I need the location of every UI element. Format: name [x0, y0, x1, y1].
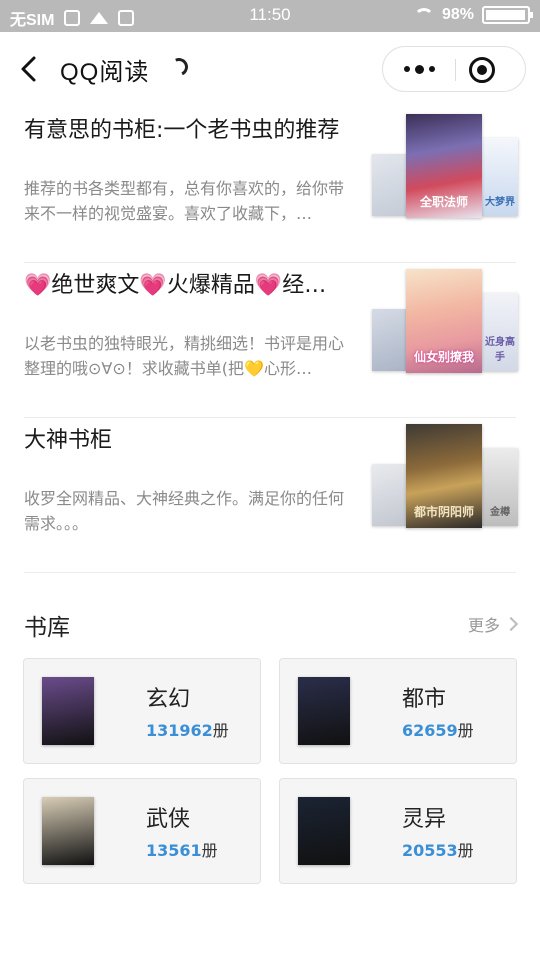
- category-cover: [298, 797, 350, 865]
- back-button[interactable]: [14, 54, 44, 84]
- loading-spinner-icon: [167, 55, 191, 79]
- category-cover: [42, 677, 94, 745]
- library-more-link[interactable]: 更多: [467, 612, 519, 636]
- category-card-wuxia[interactable]: 武侠 13561册: [23, 778, 261, 884]
- battery-percent: 98%: [441, 6, 474, 23]
- gold-heart-icon: 💛: [244, 359, 264, 378]
- category-name: 玄幻: [146, 687, 191, 712]
- count-unit: 册: [457, 841, 474, 860]
- booklist-item[interactable]: 大神书柜 收罗全网精品、大神经典之作。满足你的任何需求。。。 都市阴阳师 金樽: [24, 418, 518, 573]
- more-button[interactable]: [383, 47, 455, 91]
- heart-icon: 💗: [139, 273, 167, 298]
- book-cover-main: 都市阴阳师: [406, 424, 482, 528]
- category-card-dushi[interactable]: 都市 62659册: [279, 658, 517, 764]
- booklist-title: 有意思的书柜:一个老书虫的推荐: [24, 118, 340, 143]
- category-name: 武侠: [146, 807, 191, 832]
- category-name: 灵异: [402, 807, 447, 832]
- more-dot-right: [428, 66, 435, 72]
- category-count: 13561册: [146, 837, 218, 861]
- category-card-xuanhuan[interactable]: 玄幻 131962册: [23, 658, 261, 764]
- category-name: 都市: [402, 687, 447, 712]
- count-unit: 册: [457, 721, 474, 740]
- more-dot-center: [414, 64, 424, 74]
- page-title: QQ阅读: [60, 59, 150, 86]
- title-segment: 火爆精品: [166, 273, 255, 298]
- cover-title: 大梦界: [485, 197, 515, 208]
- cover-stack: 都市阴阳师 金樽: [372, 418, 518, 538]
- booklist-desc: 以老书虫的独特眼光，精挑细选！书评是用心整理的哦⊙∀⊙！求收藏书单(把💛心形…: [24, 331, 344, 381]
- count-number: 62659: [402, 721, 458, 740]
- close-button[interactable]: [469, 57, 495, 83]
- capsule-divider: [455, 59, 456, 81]
- status-right: 98%: [413, 6, 533, 24]
- booklist-desc: 收罗全网精品、大神经典之作。满足你的任何需求。。。: [24, 489, 344, 533]
- cover-title: 近身高手: [485, 337, 515, 363]
- cover-title: 全职法师: [419, 195, 468, 209]
- more-dots-icon: [403, 66, 410, 72]
- count-unit: 册: [201, 841, 218, 860]
- count-number: 131962: [146, 721, 213, 740]
- wifi-icon: [413, 8, 434, 22]
- booklist-item[interactable]: 💗绝世爽文💗火爆精品💗经… 以老书虫的独特眼光，精挑细选！书评是用心整理的哦⊙∀…: [24, 263, 518, 418]
- book-cover-right: 近身高手: [482, 293, 518, 371]
- booklist-list: 有意思的书柜:一个老书虫的推荐 推荐的书各类型都有，总有你喜欢的，给你带来不一样…: [0, 108, 540, 573]
- heart-icon: 💗: [24, 273, 52, 298]
- count-number: 20553: [402, 841, 458, 860]
- booklist-title: 💗绝世爽文💗火爆精品💗经…: [24, 267, 354, 299]
- booklist-desc: 推荐的书各类型都有，总有你喜欢的，给你带来不一样的视觉盛宴。喜欢了收藏下，…: [24, 179, 344, 223]
- book-cover-main: 全职法师: [406, 114, 482, 218]
- booklist-title: 大神书柜: [24, 428, 113, 453]
- status-bar: 无SIM 11:50 98%: [0, 0, 540, 32]
- title-segment: 绝世爽文: [51, 273, 140, 298]
- library-title: 书库: [24, 615, 70, 641]
- nav-bar: QQ阅读: [0, 32, 540, 108]
- book-cover-right: 大梦界: [482, 138, 518, 216]
- more-label: 更多: [467, 616, 500, 635]
- heart-icon: 💗: [254, 273, 283, 298]
- count-number: 13561: [146, 841, 202, 860]
- cover-title: 金樽: [490, 507, 510, 518]
- count-unit: 册: [212, 721, 229, 740]
- category-count: 20553册: [402, 837, 474, 861]
- battery-fill: [486, 10, 526, 20]
- title-segment: 经…: [282, 273, 327, 298]
- category-cover: [298, 677, 350, 745]
- category-card-lingyi[interactable]: 灵异 20553册: [279, 778, 517, 884]
- chevron-left-icon: [21, 56, 36, 82]
- book-cover-right: 金樽: [482, 448, 518, 526]
- cover-stack: 全职法师 大梦界: [372, 108, 518, 228]
- category-cover: [42, 797, 94, 865]
- category-count: 131962册: [146, 717, 229, 741]
- cover-title: 都市阴阳师: [413, 505, 474, 519]
- chevron-right-icon: [503, 616, 519, 632]
- mini-program-capsule: [382, 46, 526, 92]
- battery-icon: [482, 6, 533, 24]
- cover-stack: 仙女别撩我 近身高手: [372, 263, 518, 383]
- category-count: 62659册: [402, 717, 474, 741]
- book-cover-main: 仙女别撩我: [406, 269, 482, 373]
- desc-segment: 心形…: [263, 359, 312, 378]
- cover-title: 仙女别撩我: [413, 350, 474, 364]
- booklist-item[interactable]: 有意思的书柜:一个老书虫的推荐 推荐的书各类型都有，总有你喜欢的，给你带来不一样…: [24, 108, 518, 263]
